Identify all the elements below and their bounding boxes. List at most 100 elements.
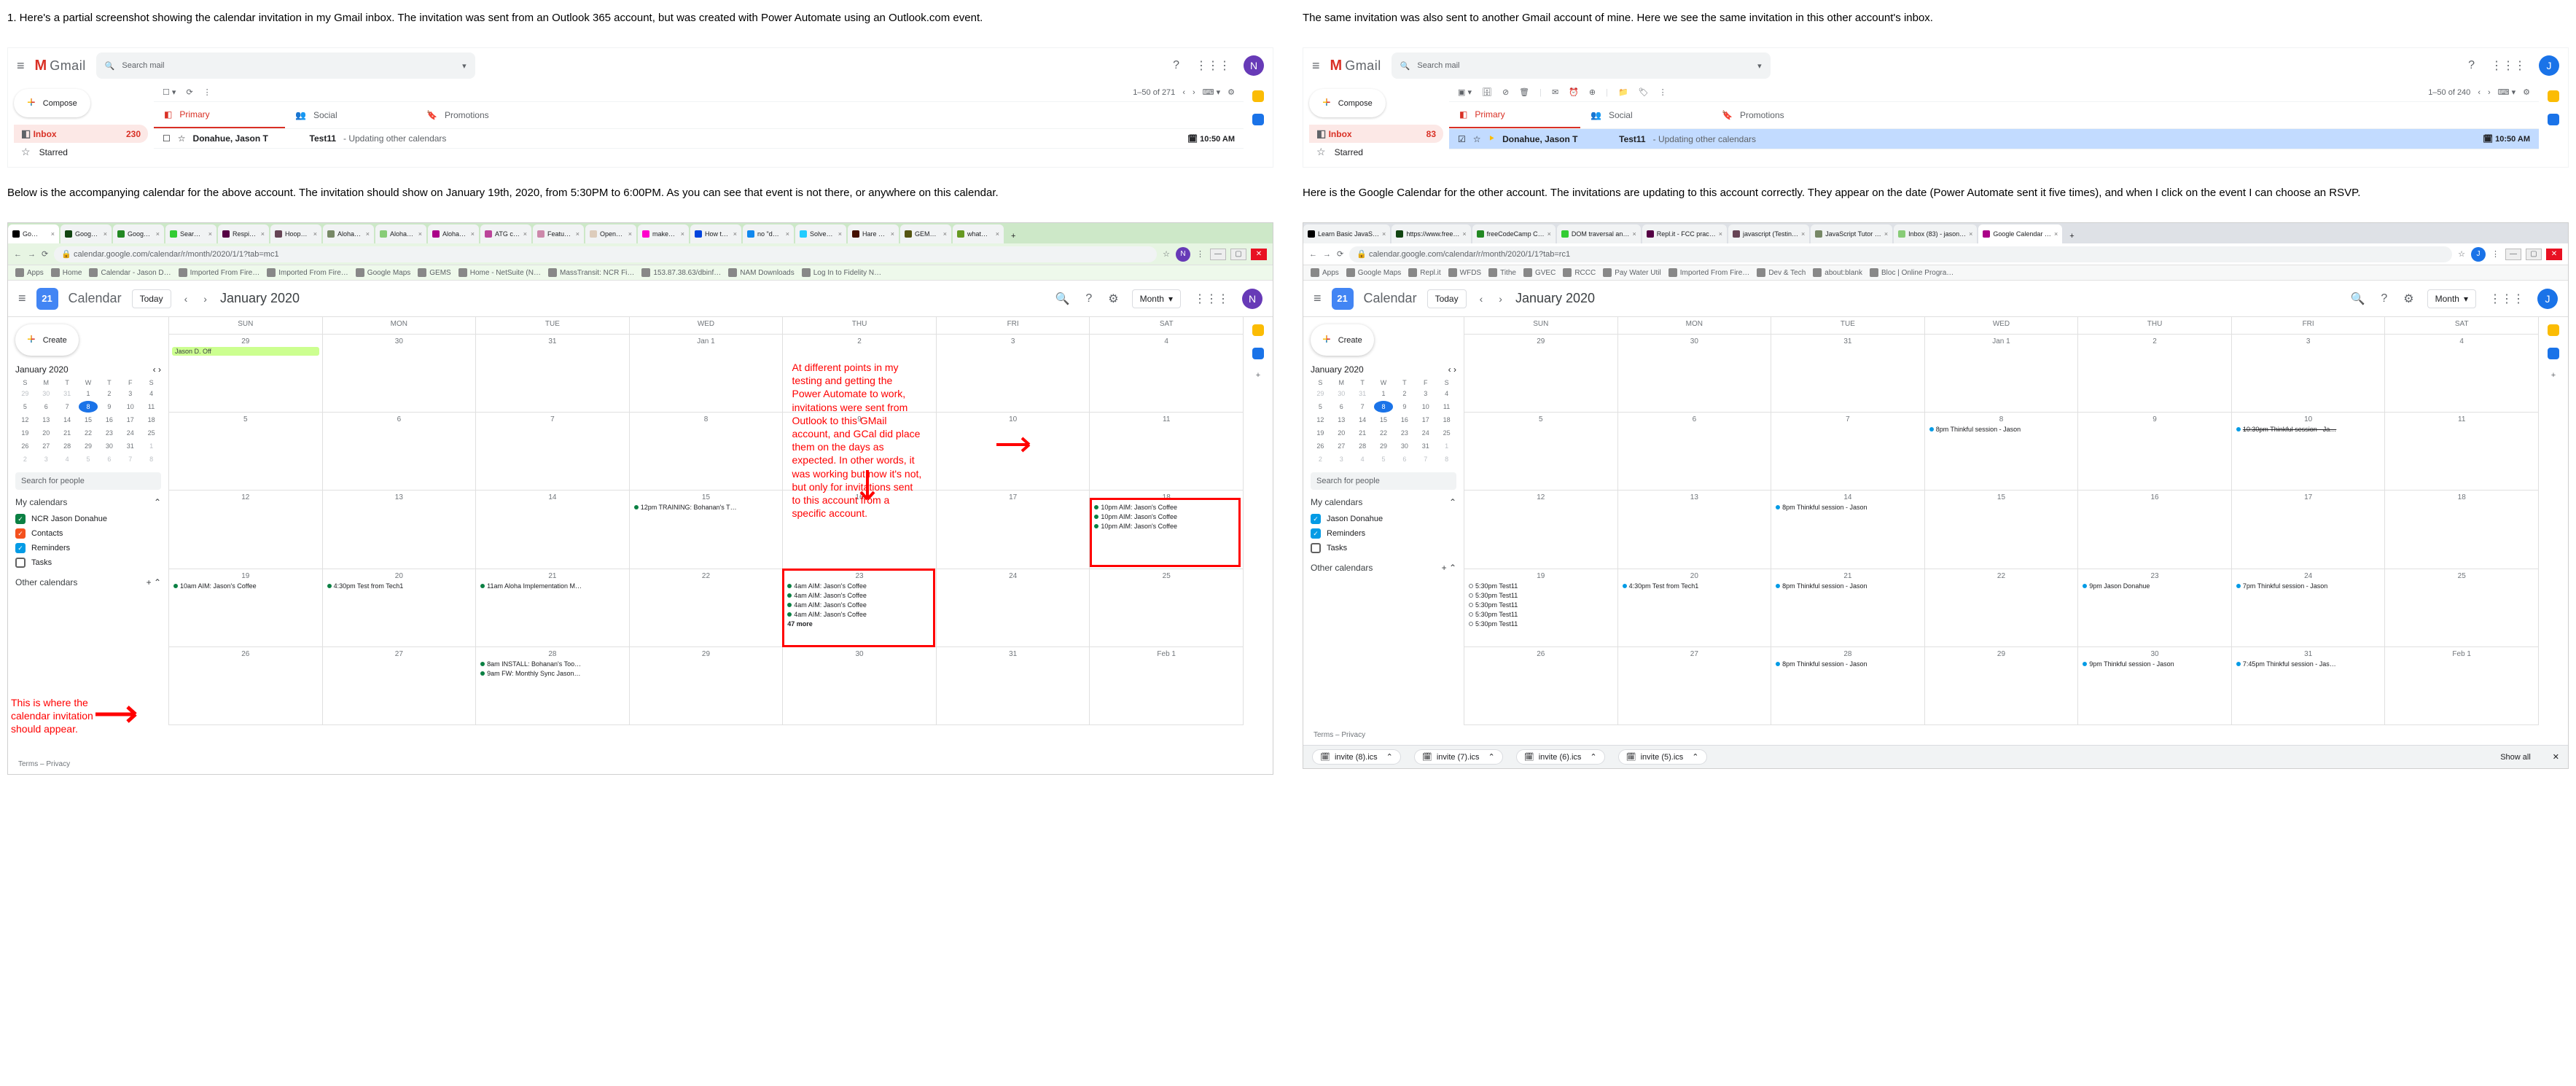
input-tools-icon[interactable]: ⌨ ▾ <box>1203 87 1220 97</box>
day-cell[interactable]: 195:30pm Test115:30pm Test115:30pm Test1… <box>1464 569 1618 647</box>
tasks-icon[interactable] <box>2548 114 2559 125</box>
download-chip[interactable]: 🗓invite (5).ics⌃ <box>1618 749 1707 765</box>
day-cell[interactable]: 88pm Thinkful session - Jason <box>1925 413 2079 491</box>
chevron-up-icon[interactable]: ⌃ <box>1449 563 1456 573</box>
mini-calendar[interactable]: SMTWTFS293031123456789101112131415161718… <box>1311 379 1456 465</box>
day-cell[interactable]: 25 <box>1090 569 1244 647</box>
day-cell[interactable]: 2111am Aloha Implementation M… <box>476 569 630 647</box>
day-cell[interactable]: 27 <box>1618 647 1772 725</box>
archive-icon[interactable]: 🗄 <box>1482 87 1492 97</box>
calendar-toggle[interactable]: Reminders <box>1311 526 1456 541</box>
day-cell[interactable]: Feb 1 <box>2385 647 2539 725</box>
checkbox[interactable]: ☑ <box>1458 134 1466 144</box>
add-task-icon[interactable]: ⊕ <box>1589 87 1596 97</box>
bookmark[interactable]: Home <box>51 268 82 277</box>
day-cell[interactable]: 2 <box>2078 335 2232 413</box>
settings-icon[interactable]: ⚙ <box>1227 87 1235 97</box>
tab-primary[interactable]: ◧Primary <box>154 102 285 128</box>
apps-icon[interactable]: ⋮⋮⋮ <box>1191 289 1232 309</box>
apps-icon[interactable]: ⋮⋮⋮ <box>2486 289 2527 309</box>
day-cell[interactable]: 27 <box>323 647 477 725</box>
day-cell[interactable]: 1810pm AIM: Jason's Coffee10pm AIM: Jaso… <box>1090 491 1244 569</box>
bookmark[interactable]: GVEC <box>1523 268 1556 277</box>
checkbox[interactable]: ☐ <box>163 133 171 144</box>
browser-tab[interactable]: no "d…× <box>743 224 794 243</box>
delete-icon[interactable]: 🗑 <box>1519 87 1529 97</box>
tab-promotions[interactable]: 🔖Promotions <box>1712 102 1843 128</box>
profile-avatar[interactable]: N <box>1176 247 1190 262</box>
browser-tab[interactable]: Respi…× <box>218 224 269 243</box>
prev-month-icon[interactable]: ‹ <box>1477 290 1486 308</box>
max-button[interactable]: ▢ <box>2526 249 2542 260</box>
day-cell[interactable]: 25 <box>2385 569 2539 647</box>
close-button[interactable]: ✕ <box>2546 249 2562 260</box>
help-icon[interactable]: ? <box>2378 289 2390 308</box>
next-icon[interactable]: › <box>2488 88 2491 97</box>
settings-icon[interactable]: ⚙ <box>2523 87 2530 97</box>
prev-icon[interactable]: ‹ <box>1182 88 1185 97</box>
browser-tab[interactable]: what…× <box>953 224 1004 243</box>
avatar[interactable]: J <box>2539 55 2559 76</box>
view-selector[interactable]: Month▾ <box>2427 289 2476 308</box>
download-chip[interactable]: 🗓invite (7).ics⌃ <box>1414 749 1503 765</box>
search-input[interactable]: 🔍 Search mail ▾ <box>1392 52 1771 79</box>
folder-inbox[interactable]: ◧ Inbox 230 <box>14 125 148 143</box>
url-input[interactable]: 🔒 calendar.google.com/calendar/r/month/2… <box>1349 246 2452 262</box>
browser-tab[interactable]: Aloha…× <box>375 224 426 243</box>
mail-row[interactable]: ☐ ☆ Donahue, Jason T Test11 - Updating o… <box>154 129 1244 149</box>
menu-icon[interactable]: ≡ <box>18 291 26 306</box>
more-icon[interactable]: ⋮ <box>203 87 211 97</box>
day-cell[interactable]: 17 <box>2232 491 2386 569</box>
browser-tab[interactable]: freeCodeCamp C…× <box>1472 224 1556 243</box>
spam-icon[interactable]: ⊘ <box>1502 87 1509 97</box>
apps-icon[interactable]: ⋮⋮⋮ <box>1193 55 1233 76</box>
bookmark[interactable]: Tithe <box>1488 268 1516 277</box>
browser-tab[interactable]: Sear…× <box>165 224 216 243</box>
tab-promotions[interactable]: 🔖Promotions <box>416 102 547 128</box>
day-cell[interactable]: 204:30pm Test from Tech1 <box>1618 569 1772 647</box>
day-cell[interactable]: 31 <box>937 647 1090 725</box>
prev-icon[interactable]: ‹ <box>153 364 156 375</box>
compose-button[interactable]: + Compose <box>1309 89 1386 117</box>
search-icon[interactable]: 🔍 <box>2347 289 2368 309</box>
day-cell[interactable]: 29 <box>1464 335 1618 413</box>
bookmark[interactable]: RCCC <box>1563 268 1596 277</box>
calendar-toggle[interactable]: Jason Donahue <box>1311 512 1456 526</box>
bookmark[interactable]: Calendar - Jason D… <box>89 268 171 277</box>
star-icon[interactable]: ☆ <box>178 133 186 144</box>
day-cell[interactable]: 29 <box>630 647 784 725</box>
menu-icon[interactable]: ≡ <box>1314 291 1322 306</box>
day-cell[interactable]: 26 <box>1464 647 1618 725</box>
avatar[interactable]: J <box>2537 289 2558 309</box>
day-cell[interactable]: 29 <box>1925 647 2079 725</box>
day-cell[interactable]: 7 <box>476 413 630 491</box>
day-cell[interactable]: Jan 1 <box>1925 335 2079 413</box>
chevron-up-icon[interactable]: ⌃ <box>1449 497 1456 507</box>
day-cell[interactable]: 22 <box>1925 569 2079 647</box>
browser-tab[interactable]: Hare …× <box>848 224 899 243</box>
day-cell[interactable]: 6 <box>1618 413 1772 491</box>
day-cell[interactable]: 16 <box>2078 491 2232 569</box>
chevron-up-icon[interactable]: ⌃ <box>154 577 161 587</box>
back-icon[interactable]: ← <box>14 250 22 259</box>
day-cell[interactable]: 12 <box>169 491 323 569</box>
compose-button[interactable]: + Compose <box>14 89 90 117</box>
day-cell[interactable]: 4 <box>1090 335 1244 413</box>
keep-icon[interactable] <box>2548 324 2559 336</box>
browser-tab[interactable]: Solve…× <box>795 224 846 243</box>
settings-icon[interactable]: ⚙ <box>2400 289 2416 309</box>
day-cell[interactable]: 288am INSTALL: Bohanan's Too…9am FW: Mon… <box>476 647 630 725</box>
calendar-toggle[interactable]: Tasks <box>15 555 161 570</box>
day-cell[interactable]: 234am AIM: Jason's Coffee4am AIM: Jason'… <box>783 569 937 647</box>
add-icon[interactable]: + <box>1256 371 1260 380</box>
tasks-icon[interactable] <box>1252 114 1264 125</box>
menu-icon[interactable]: ≡ <box>1312 58 1320 74</box>
day-cell[interactable]: 247pm Thinkful session - Jason <box>2232 569 2386 647</box>
day-cell[interactable]: 12 <box>1464 491 1618 569</box>
menu-icon[interactable]: ≡ <box>17 58 25 74</box>
browser-tab[interactable]: Hoop…× <box>270 224 321 243</box>
calendar-grid[interactable]: SUNMONTUEWEDTHUFRISAT29Jason D. Off3031J… <box>168 317 1244 725</box>
next-month-icon[interactable]: › <box>200 290 210 308</box>
search-people-input[interactable]: Search for people <box>15 472 161 490</box>
browser-tab[interactable]: ATG c…× <box>480 224 531 243</box>
